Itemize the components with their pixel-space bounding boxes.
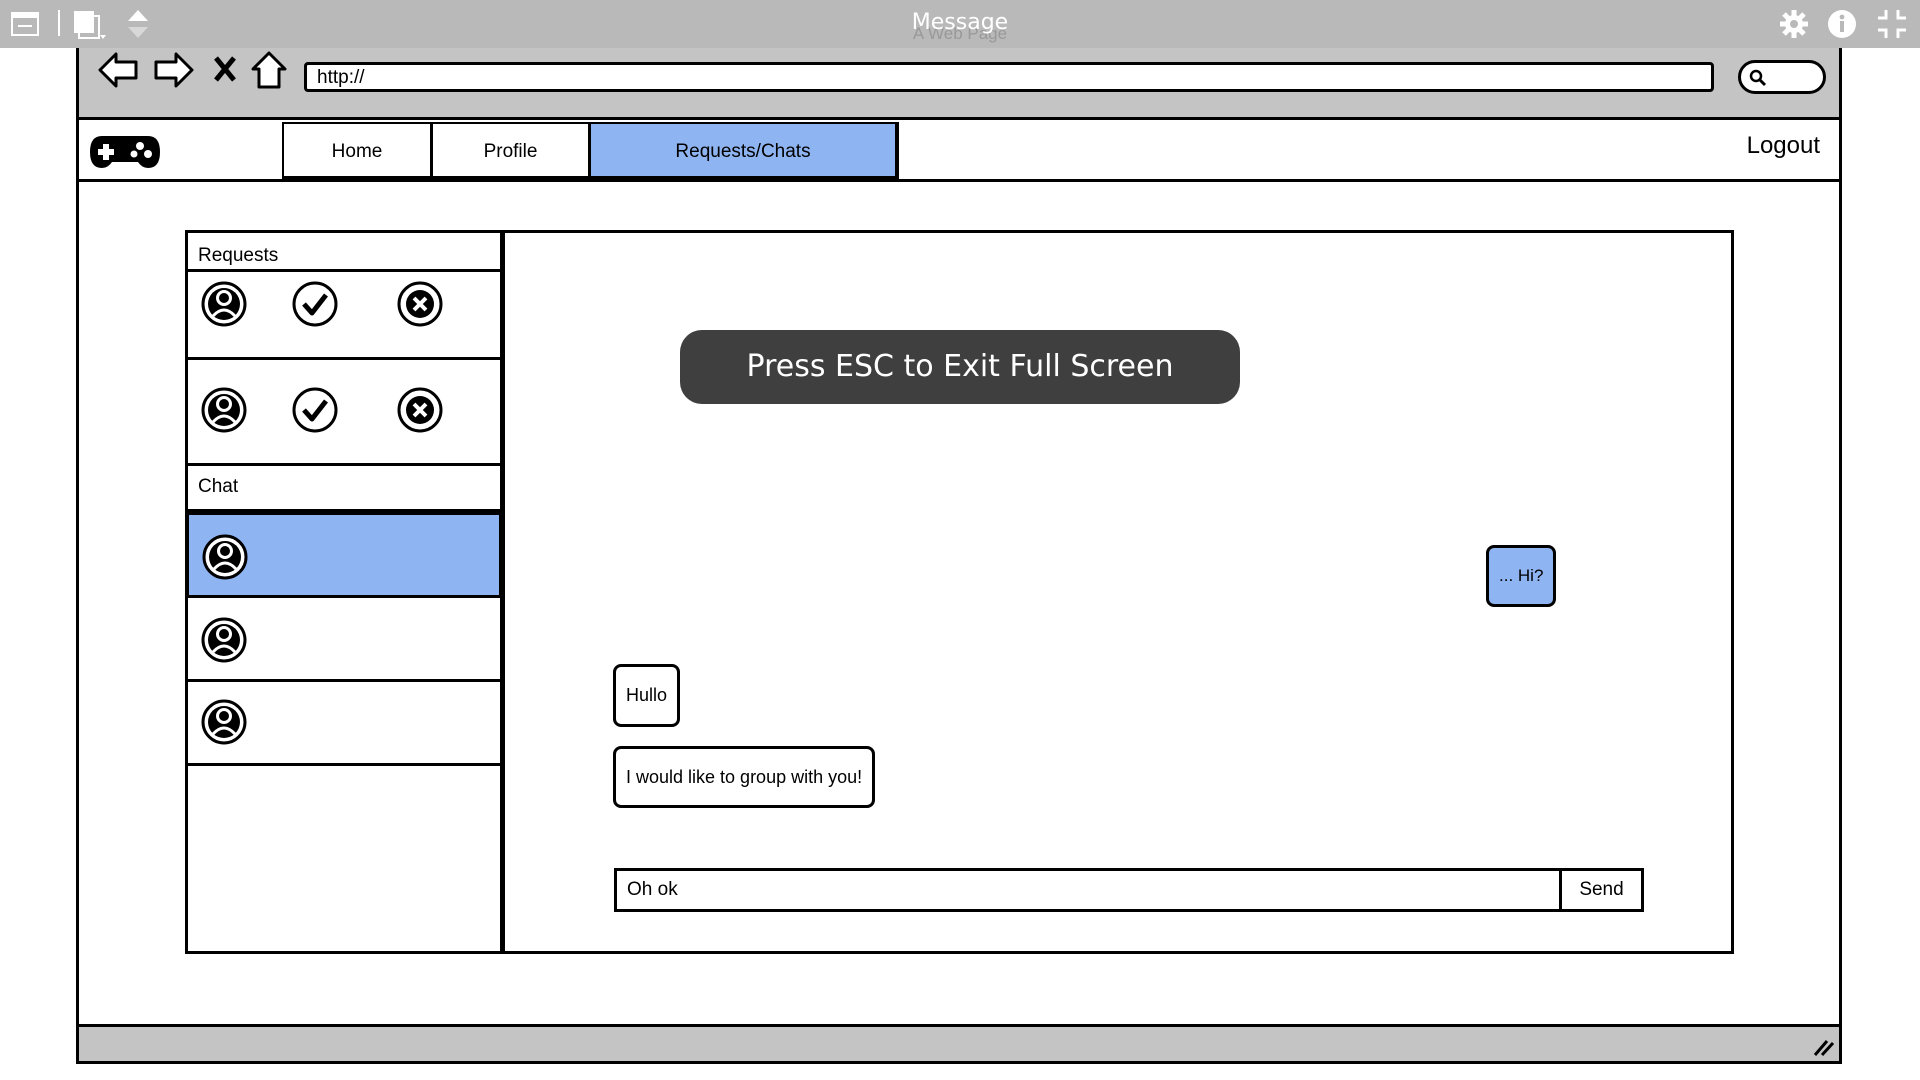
chat-list-item[interactable] [186, 512, 502, 598]
chat-list-item[interactable] [188, 598, 500, 682]
fullscreen-toast: Press ESC to Exit Full Screen [680, 330, 1240, 404]
check-icon[interactable] [291, 280, 339, 328]
app-titlebar: A Web Page Message [0, 0, 1920, 48]
message-input[interactable]: Oh ok [614, 868, 1562, 912]
user-avatar-icon [202, 534, 248, 580]
requests-header: Requests [188, 242, 500, 272]
send-button[interactable]: Send [1560, 868, 1644, 912]
forward-arrow-icon[interactable] [150, 50, 196, 90]
info-icon[interactable] [1826, 8, 1858, 40]
logout-link[interactable]: Logout [1720, 132, 1820, 160]
user-avatar-icon [201, 281, 247, 327]
sent-message: ... Hi? [1486, 545, 1557, 607]
search-icon [1749, 69, 1767, 87]
exit-fullscreen-icon[interactable] [1876, 8, 1908, 40]
home-icon[interactable] [250, 50, 288, 90]
browser-statusbar [79, 1024, 1839, 1061]
user-avatar-icon [201, 617, 247, 663]
chat-list-item[interactable] [188, 682, 500, 766]
stop-icon[interactable] [212, 54, 238, 84]
tab-profile[interactable]: Profile [431, 122, 590, 180]
tab-requests-chats[interactable]: Requests/Chats [589, 122, 899, 180]
received-message: Hullo [613, 664, 681, 727]
gamepad-logo-icon[interactable] [88, 132, 162, 172]
close-icon[interactable] [396, 386, 444, 434]
user-avatar-icon [201, 699, 247, 745]
window-title: Message [911, 10, 1009, 35]
address-bar[interactable]: http:// [304, 62, 1714, 92]
request-row [188, 272, 500, 360]
gear-icon[interactable] [1778, 8, 1810, 40]
user-avatar-icon [201, 387, 247, 433]
tab-home[interactable]: Home [282, 122, 432, 180]
back-arrow-icon[interactable] [96, 50, 142, 90]
resize-grip-icon[interactable] [1811, 1037, 1835, 1057]
check-icon[interactable] [291, 386, 339, 434]
received-message: I would like to group with you! [613, 746, 876, 808]
chat-header: Chat [188, 466, 500, 512]
request-row [188, 360, 500, 466]
browser-search-field[interactable] [1738, 60, 1826, 94]
close-icon[interactable] [396, 280, 444, 328]
